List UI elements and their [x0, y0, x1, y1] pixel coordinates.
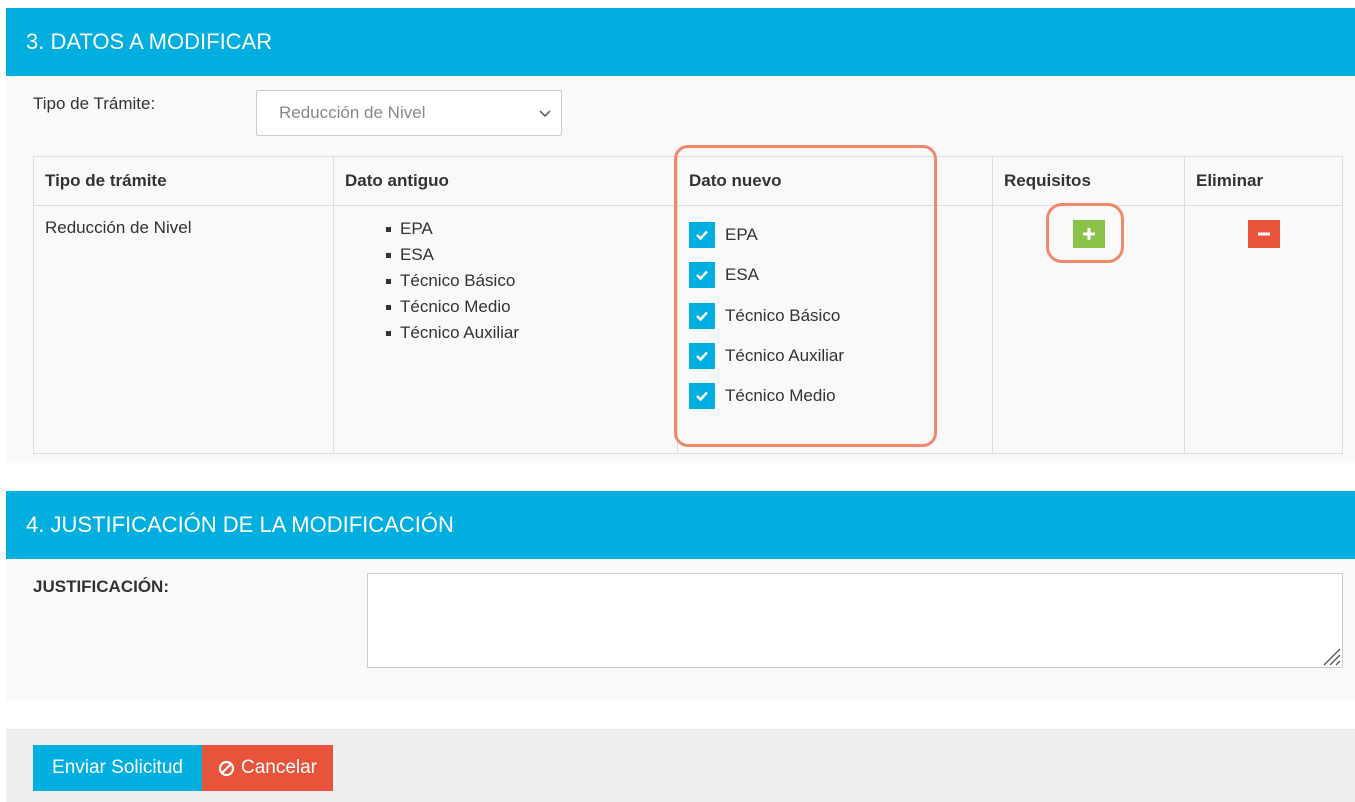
delete-row-button[interactable]: [1247, 220, 1280, 248]
tipo-tramite-select[interactable]: Reducción de Nivel: [256, 90, 562, 136]
list-item: Técnico Auxiliar: [386, 322, 666, 348]
tipo-tramite-label: Tipo de Trámite:: [33, 94, 156, 113]
cell-dato-nuevo: EPA ESA Técnico Básico Técnico Auxiliar …: [677, 205, 993, 454]
ban-icon: [218, 760, 235, 776]
cancel-button-label: Cancelar: [240, 757, 318, 778]
list-item: Técnico Medio: [386, 296, 666, 322]
checkbox-tecnico-basico[interactable]: [689, 302, 715, 329]
cell-dato-antiguo: EPA ESA Técnico Básico Técnico Medio Téc…: [333, 205, 678, 454]
dato-nuevo-item[interactable]: Técnico Auxiliar: [689, 342, 981, 383]
datos-table: Tipo de trámite Dato antiguo Dato nuevo …: [33, 156, 1343, 454]
checkbox-label: ESA: [725, 265, 760, 285]
cancel-button[interactable]: Cancelar: [202, 745, 333, 791]
dato-nuevo-item[interactable]: Técnico Básico: [689, 302, 981, 343]
list-item: Técnico Básico: [386, 270, 666, 296]
cell-requisitos: [992, 205, 1185, 454]
section-title: 3. DATOS A MODIFICAR: [6, 8, 1355, 76]
check-icon: [696, 230, 708, 241]
table-header-row: Tipo de trámite Dato antiguo Dato nuevo …: [33, 156, 1343, 206]
checkbox-label: Técnico Auxiliar: [725, 345, 845, 365]
send-button-label: Enviar Solicitud: [52, 757, 183, 778]
table-row: Reducción de Nivel EPA ESA Técnico Básic…: [33, 205, 1343, 454]
add-requisito-button[interactable]: [1072, 220, 1105, 248]
resize-grip-icon[interactable]: [1319, 644, 1341, 666]
section-datos-a-modificar: 3. DATOS A MODIFICAR Tipo de Trámite: Re…: [6, 8, 1355, 463]
col-header-eliminar: Eliminar: [1184, 156, 1343, 206]
check-icon: [696, 391, 708, 402]
minus-icon: [1257, 232, 1270, 236]
chevron-down-icon: [539, 110, 551, 118]
dato-antiguo-list: EPA ESA Técnico Básico Técnico Medio Téc…: [345, 218, 666, 348]
checkbox-label: Técnico Medio: [725, 386, 836, 406]
check-icon: [696, 270, 708, 281]
col-header-dato-antiguo: Dato antiguo: [333, 156, 678, 206]
cell-eliminar: [1184, 205, 1343, 454]
form-footer: Enviar Solicitud Cancelar: [6, 729, 1355, 802]
checkbox-esa[interactable]: [689, 262, 715, 289]
justificacion-label: JUSTIFICACIÓN:: [33, 577, 169, 596]
checkbox-label: EPA: [725, 225, 758, 244]
dato-nuevo-item[interactable]: ESA: [689, 262, 981, 302]
dato-nuevo-item[interactable]: Técnico Medio: [689, 383, 981, 423]
section-justificacion: 4. JUSTIFICACIÓN DE LA MODIFICACIÓN JUST…: [6, 491, 1355, 701]
check-icon: [696, 311, 708, 321]
checkbox-label: Técnico Básico: [725, 305, 841, 325]
col-header-dato-nuevo: Dato nuevo: [677, 156, 993, 206]
dato-nuevo-item[interactable]: EPA: [689, 222, 981, 262]
cell-tipo: Reducción de Nivel: [33, 205, 334, 454]
justificacion-textarea[interactable]: [367, 573, 1343, 668]
checkbox-tecnico-auxiliar[interactable]: [689, 342, 715, 369]
tipo-tramite-select-value: Reducción de Nivel: [279, 103, 426, 122]
section-title: 4. JUSTIFICACIÓN DE LA MODIFICACIÓN: [6, 491, 1355, 559]
list-item: ESA: [386, 244, 666, 270]
checkbox-tecnico-medio[interactable]: [689, 383, 715, 410]
col-header-tipo: Tipo de trámite: [33, 156, 334, 206]
list-item: EPA: [386, 218, 666, 244]
col-header-requisitos: Requisitos: [992, 156, 1185, 206]
dato-nuevo-list: EPA ESA Técnico Básico Técnico Auxiliar …: [689, 218, 981, 423]
send-request-button[interactable]: Enviar Solicitud: [33, 745, 202, 791]
plus-icon: [1082, 228, 1095, 240]
checkbox-epa[interactable]: [689, 222, 715, 248]
check-icon: [696, 351, 708, 362]
